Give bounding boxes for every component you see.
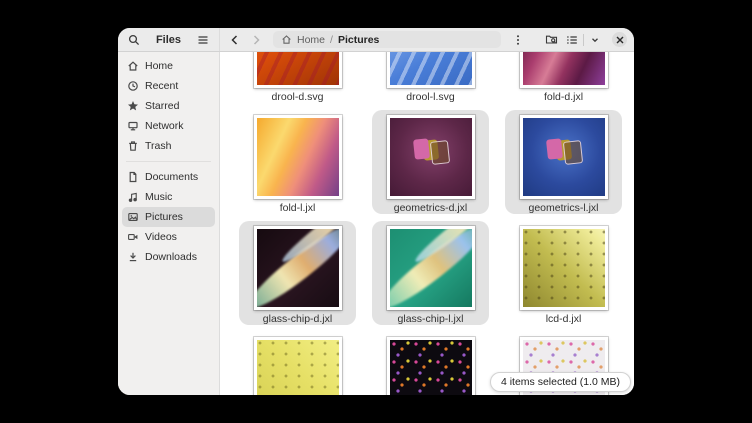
- file-thumbnail: [254, 337, 342, 395]
- breadcrumb[interactable]: Home / Pictures: [273, 31, 501, 48]
- view-menu-chevron-button[interactable]: [587, 32, 603, 48]
- picture-icon: [127, 211, 139, 223]
- file-thumbnail: [387, 337, 475, 395]
- sidebar-header: Files: [118, 28, 220, 51]
- file-thumbnail: [254, 115, 342, 199]
- sidebar-item-starred[interactable]: Starred: [122, 96, 215, 116]
- home-icon: [127, 60, 139, 72]
- file-thumbnail: [520, 115, 608, 199]
- breadcrumb-current[interactable]: Pictures: [338, 34, 379, 46]
- network-icon: [127, 120, 139, 132]
- home-icon: [281, 34, 292, 45]
- folder-search-icon: [545, 33, 558, 46]
- file-grid: drool-d.svg drool-l.svg fold-d.jxl fold-…: [231, 52, 630, 395]
- main-header: Home / Pictures: [220, 28, 634, 51]
- forward-icon: [250, 34, 262, 46]
- file-grid-area: drool-d.svg drool-l.svg fold-d.jxl fold-…: [220, 52, 634, 395]
- file-item-row4-b[interactable]: [372, 332, 489, 395]
- music-icon: [127, 191, 139, 203]
- file-item-geometrics-l.jxl[interactable]: geometrics-l.jxl: [505, 110, 622, 214]
- file-name-label: drool-l.svg: [406, 91, 454, 103]
- file-item-fold-d.jxl[interactable]: fold-d.jxl: [505, 52, 622, 103]
- files-window: Files Home / Pictures: [118, 28, 634, 395]
- file-item-drool-d.svg[interactable]: drool-d.svg: [239, 52, 356, 103]
- header-bar: Files Home / Pictures: [118, 28, 634, 52]
- list-view-button[interactable]: [564, 32, 580, 48]
- kebab-menu-icon: [512, 34, 524, 46]
- file-item-row4-a[interactable]: [239, 332, 356, 395]
- file-thumbnail: [387, 226, 475, 310]
- file-name-label: geometrics-l.jxl: [528, 202, 598, 214]
- split-button-divider: [583, 34, 584, 46]
- sidebar-item-trash[interactable]: Trash: [122, 136, 215, 156]
- selection-status-badge: 4 items selected (1.0 MB): [490, 372, 631, 392]
- file-thumbnail: [520, 226, 608, 310]
- view-options-menu-button[interactable]: [510, 32, 526, 48]
- sidebar-item-pictures[interactable]: Pictures: [122, 207, 215, 227]
- view-toggle-split-button: [564, 32, 603, 48]
- file-name-label: fold-l.jxl: [280, 202, 316, 214]
- hamburger-menu-icon: [197, 34, 209, 46]
- file-item-geometrics-d.jxl[interactable]: geometrics-d.jxl: [372, 110, 489, 214]
- sidebar-item-network[interactable]: Network: [122, 116, 215, 136]
- file-item-lcd-d.jxl[interactable]: lcd-d.jxl: [505, 221, 622, 325]
- file-name-label: lcd-d.jxl: [546, 313, 582, 325]
- recent-icon: [127, 80, 139, 92]
- file-thumbnail: [254, 226, 342, 310]
- file-item-fold-l.jxl[interactable]: fold-l.jxl: [239, 110, 356, 214]
- file-name-label: glass-chip-l.jxl: [398, 313, 464, 325]
- file-thumbnail: [254, 52, 342, 88]
- trash-icon: [127, 140, 139, 152]
- sidebar-item-home[interactable]: Home: [122, 56, 215, 76]
- sidebar-item-music[interactable]: Music: [122, 187, 215, 207]
- back-icon: [229, 34, 241, 46]
- forward-button[interactable]: [248, 32, 264, 48]
- file-name-label: fold-d.jxl: [544, 91, 583, 103]
- file-name-label: glass-chip-d.jxl: [263, 313, 332, 325]
- file-item-drool-l.svg[interactable]: drool-l.svg: [372, 52, 489, 103]
- video-icon: [127, 231, 139, 243]
- close-window-button[interactable]: [612, 32, 627, 47]
- main-menu-button[interactable]: [195, 32, 211, 48]
- star-icon: [127, 100, 139, 112]
- breadcrumb-separator: /: [330, 34, 333, 46]
- sidebar-item-recent[interactable]: Recent: [122, 76, 215, 96]
- sidebar-separator: [126, 161, 211, 162]
- download-icon: [127, 251, 139, 263]
- sidebar-item-documents[interactable]: Documents: [122, 167, 215, 187]
- sidebar-item-videos[interactable]: Videos: [122, 227, 215, 247]
- back-button[interactable]: [227, 32, 243, 48]
- file-name-label: geometrics-d.jxl: [394, 202, 468, 214]
- file-name-label: drool-d.svg: [272, 91, 324, 103]
- file-item-glass-chip-d.jxl[interactable]: glass-chip-d.jxl: [239, 221, 356, 325]
- app-title: Files: [142, 34, 195, 46]
- sidebar: Home Recent Starred Network Trash Docume…: [118, 52, 220, 395]
- search-button[interactable]: [126, 32, 142, 48]
- search-icon: [128, 34, 140, 46]
- file-thumbnail: [387, 115, 475, 199]
- close-icon: [616, 36, 624, 44]
- sidebar-item-downloads[interactable]: Downloads: [122, 247, 215, 267]
- file-item-glass-chip-l.jxl[interactable]: glass-chip-l.jxl: [372, 221, 489, 325]
- list-view-icon: [566, 34, 578, 46]
- document-icon: [127, 171, 139, 183]
- search-folder-button[interactable]: [543, 32, 559, 48]
- file-thumbnail: [387, 52, 475, 88]
- chevron-down-icon: [590, 35, 600, 45]
- file-thumbnail: [520, 52, 608, 88]
- breadcrumb-home[interactable]: Home: [297, 34, 325, 46]
